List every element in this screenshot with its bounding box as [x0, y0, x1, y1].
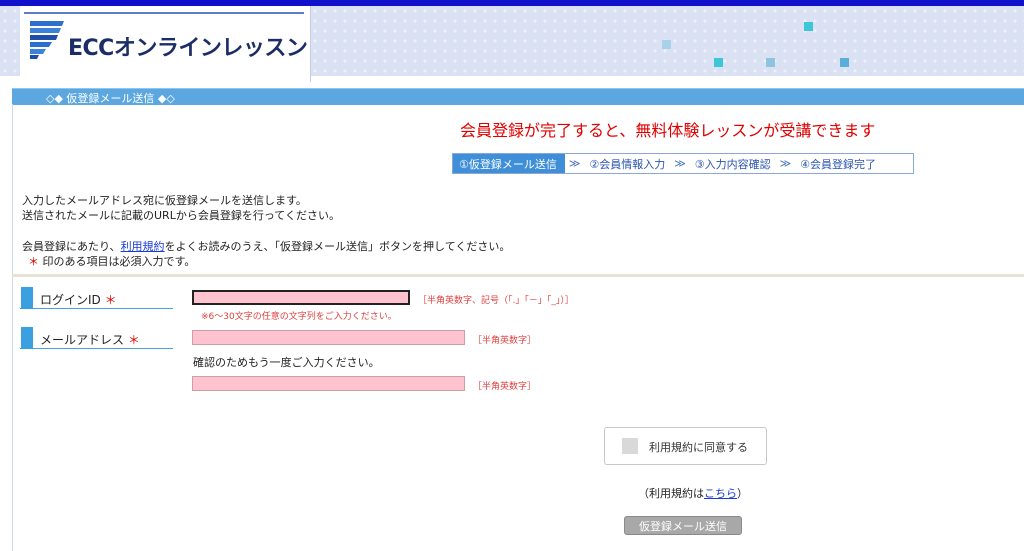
header-band: ECCオンラインレッスン [0, 6, 1024, 82]
promo-message: 会員登録が完了すると、無料体験レッスンが受講できます [460, 121, 876, 140]
email-confirm-text: 確認のためもう一度ご入力ください。 [193, 356, 380, 369]
step-1: ①仮登録メール送信 [453, 154, 565, 173]
login-id-label: ログインID ＊ [20, 287, 173, 309]
send-provisional-mail-button[interactable]: 仮登録メール送信 [624, 516, 742, 535]
decor-square [840, 58, 849, 67]
logo[interactable]: ECCオンラインレッスン [20, 6, 311, 82]
section-divider [12, 274, 1024, 277]
email-confirm-hint: ［半角英数字］ [473, 382, 537, 392]
step-separator-icon: ≫ [674, 157, 686, 170]
email-input[interactable] [192, 330, 465, 345]
page-title: ◇◆ 仮登録メール送信 ◆◇ [46, 92, 175, 105]
decor-square [662, 40, 671, 49]
login-id-label-value: ログインID [40, 293, 101, 307]
ecc-logo-mark-icon [30, 21, 64, 59]
login-id-hint: ［半角英数字、記号（「.」「－」「_」）］ [418, 296, 574, 306]
intro-line-3-post: をよくお読みのうえ、「仮登録メール送信」ボタンを押してください。 [164, 240, 511, 253]
decor-square [714, 58, 723, 67]
decor-square [766, 58, 775, 67]
label-accent-bar [21, 287, 33, 309]
email-confirm-input[interactable] [192, 376, 465, 391]
required-note: ＊ 印のある項目は必須入力です。 [28, 253, 195, 269]
terms-note: （利用規約はこちら） [638, 485, 748, 501]
registration-steps: ①仮登録メール送信 ≫ ②会員情報入力 ≫ ③入力内容確認 ≫ ④会員登録完了 [452, 153, 914, 174]
agree-terms-label: 利用規約に同意する [649, 441, 748, 454]
label-accent-bar [21, 327, 33, 349]
terms-note-pre: （利用規約は [638, 487, 704, 500]
step-separator-icon: ≫ [568, 157, 581, 170]
intro-line-3: 会員登録にあたり、利用規約をよくお読みのうえ、「仮登録メール送信」ボタンを押して… [22, 238, 510, 254]
step-4: ④会員登録完了 [800, 157, 877, 171]
email-hint: ［半角英数字］ [473, 336, 537, 346]
intro-line-2: 送信されたメールに記載のURLから会員登録を行ってください。 [22, 209, 340, 222]
required-mark: ＊ [127, 333, 140, 347]
required-mark: ＊ [104, 293, 117, 307]
step-2: ②会員情報入力 [589, 157, 666, 171]
content-left-border [12, 104, 13, 551]
terms-here-link[interactable]: こちら [704, 487, 737, 500]
intro-line-1: 入力したメールアドレス宛に仮登録メールを送信します。 [22, 194, 307, 207]
required-note-text: 印のある項目は必須入力です。 [39, 255, 196, 268]
email-label-text: メールアドレス ＊ [40, 331, 140, 348]
logo-top-line [24, 12, 304, 14]
intro-line-3-pre: 会員登録にあたり、 [22, 240, 121, 253]
page-title-band: ◇◆ 仮登録メール送信 ◆◇ [12, 88, 1024, 105]
logo-text: ECCオンラインレッスン [68, 36, 308, 61]
decor-square [804, 22, 813, 31]
email-label-value: メールアドレス [40, 333, 125, 347]
login-id-note: ※6～30文字の任意の文字列をご入力ください。 [201, 312, 397, 322]
checkbox-icon[interactable] [622, 438, 638, 454]
terms-note-post: ） [737, 487, 748, 500]
agree-terms-checkbox[interactable]: 利用規約に同意する [604, 427, 767, 465]
terms-link[interactable]: 利用規約 [121, 240, 165, 253]
step-separator-icon: ≫ [779, 157, 792, 170]
required-mark: ＊ [28, 255, 39, 268]
login-id-label-text: ログインID ＊ [40, 291, 117, 308]
email-label: メールアドレス ＊ [20, 327, 173, 349]
login-id-input[interactable] [192, 290, 410, 305]
step-3: ③入力内容確認 [694, 157, 771, 171]
